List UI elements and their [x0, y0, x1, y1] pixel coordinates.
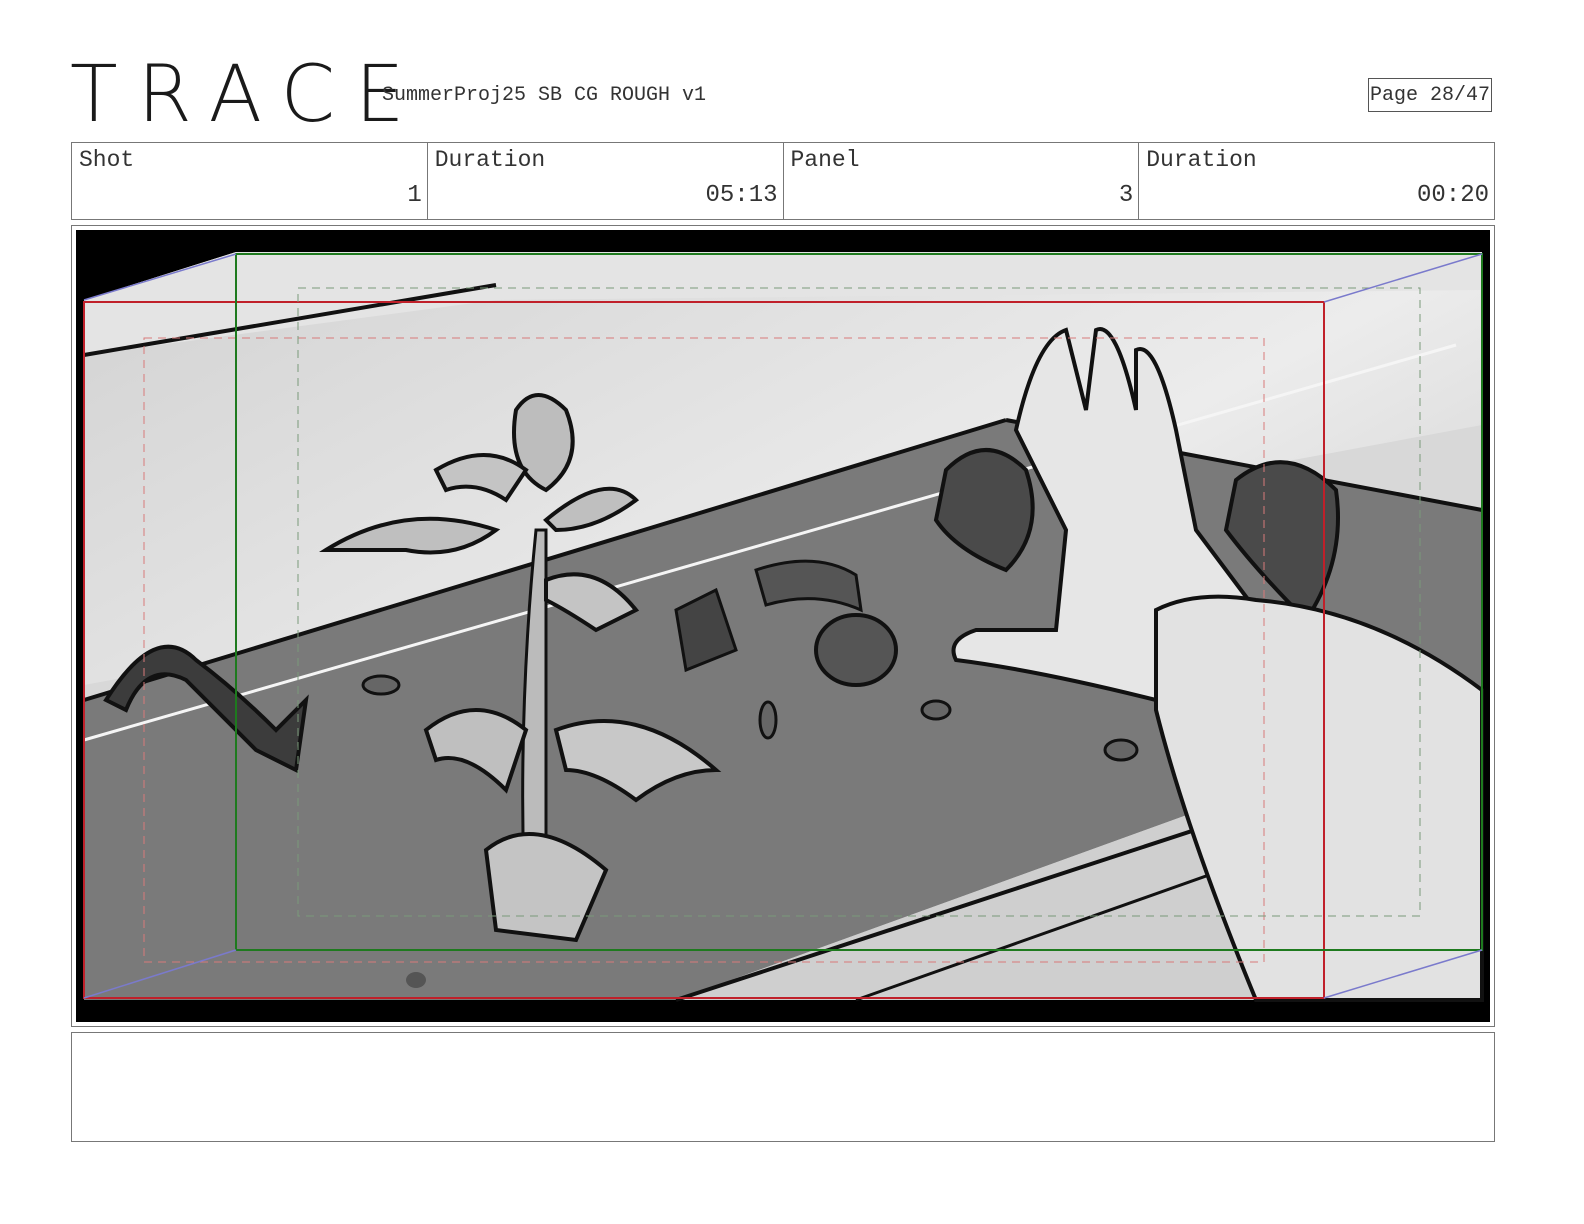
panel-duration-value: 00:20 [1416, 182, 1489, 209]
trace-logo: TRACE [70, 50, 425, 140]
notes-box [71, 1032, 1495, 1142]
page-indicator: Page 28/47 [1368, 78, 1492, 112]
shot-duration-cell: Duration 05:13 [428, 143, 784, 219]
panel-duration-cell: Duration 00:20 [1139, 143, 1494, 219]
panel-label: Panel [790, 147, 860, 173]
project-title: SummerProj25 SB CG ROUGH v1 [382, 84, 707, 107]
shot-info-row: Shot 1 Duration 05:13 Panel 3 Duration 0… [71, 142, 1495, 220]
dark-bud [814, 613, 898, 687]
shot-label: Shot [79, 147, 135, 173]
shot-value: 1 [407, 182, 422, 209]
shot-duration-value: 05:13 [705, 182, 778, 209]
shot-duration-label: Duration [434, 147, 546, 173]
shot-cell: Shot 1 [72, 143, 428, 219]
storyboard-drawing [76, 230, 1490, 1022]
panel-duration-label: Duration [1146, 147, 1257, 173]
panel-value: 3 [1118, 182, 1134, 209]
panel-cell: Panel 3 [784, 143, 1140, 219]
